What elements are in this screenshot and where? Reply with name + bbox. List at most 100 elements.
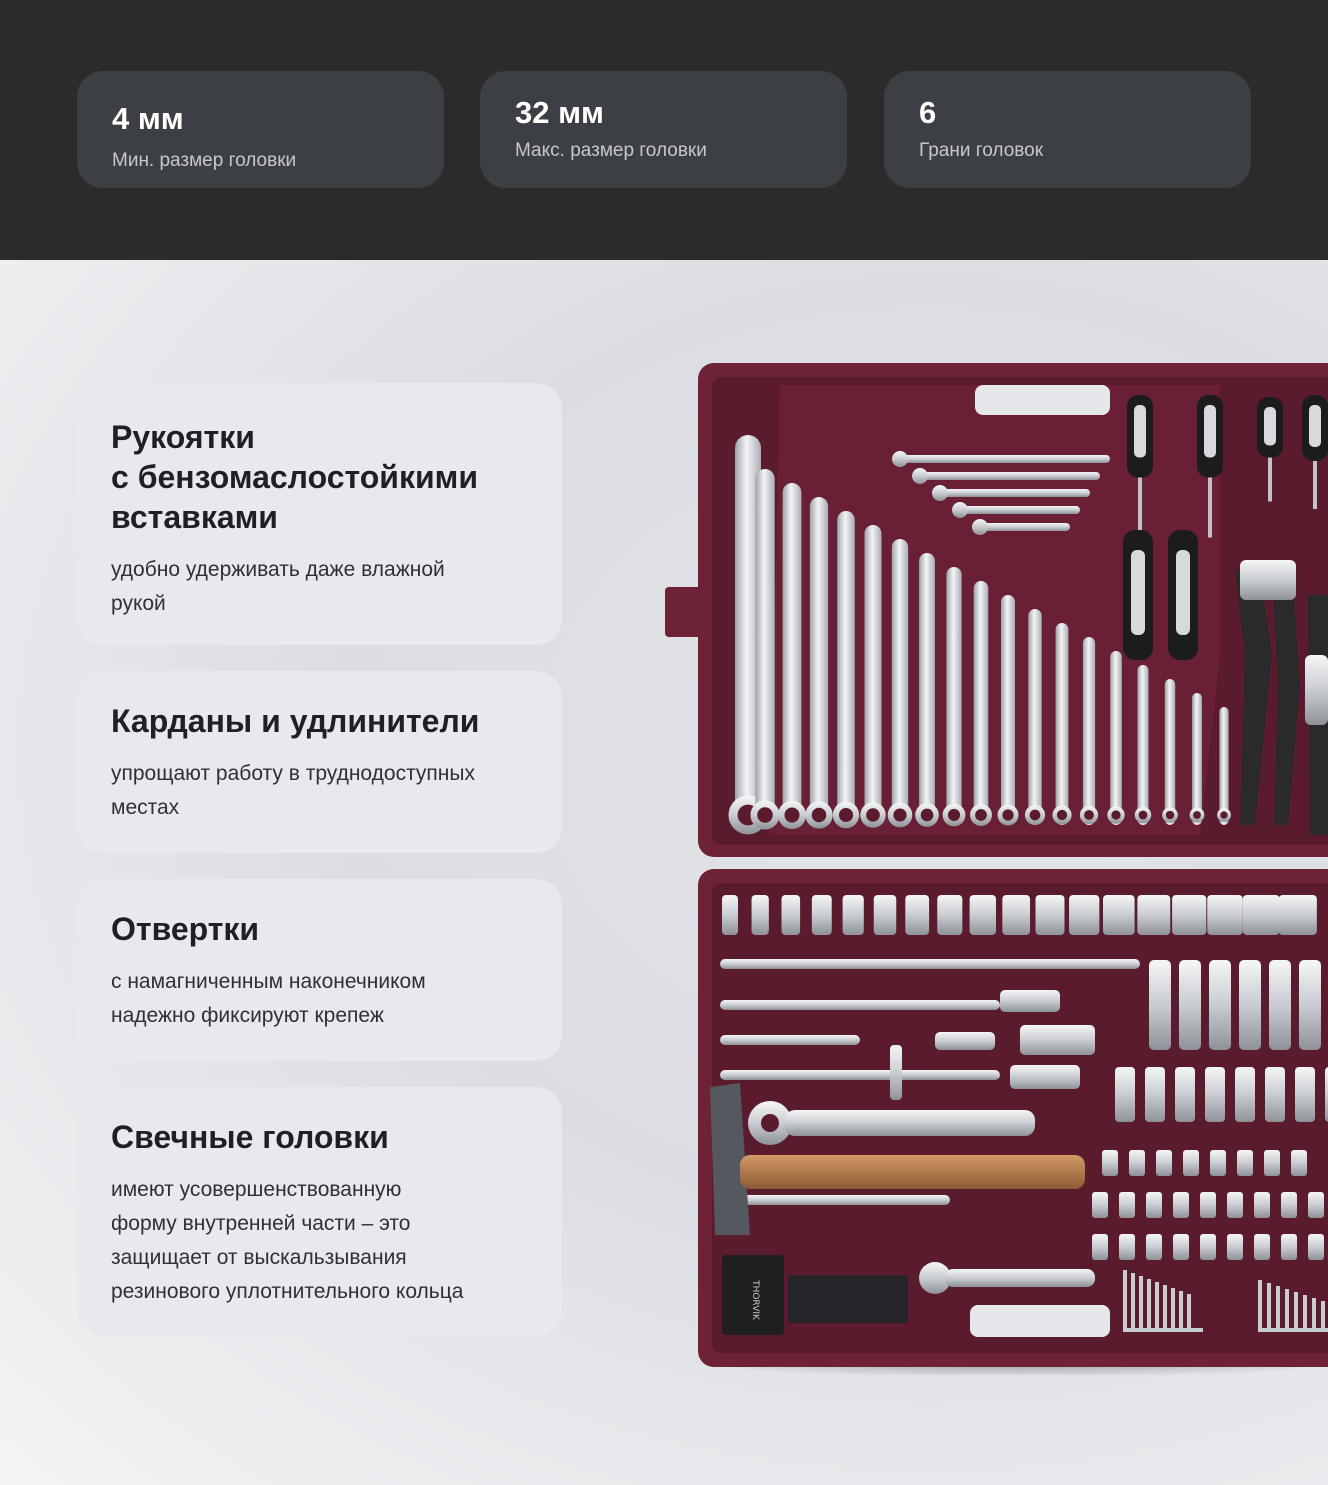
socket — [842, 895, 864, 935]
wrench — [1192, 693, 1202, 825]
pliers — [1235, 560, 1328, 835]
deep-socket — [1299, 960, 1321, 1050]
screwdriver-grip — [1134, 405, 1146, 458]
wrench — [1001, 595, 1015, 825]
wrench-ring-hole — [1111, 810, 1121, 820]
stat-card-socket-faces: 6 Грани головок — [884, 71, 1251, 188]
feature-description: с намагниченным наконечником надежно фик… — [111, 970, 426, 1027]
mid-socket — [1175, 1067, 1195, 1122]
wrench — [891, 539, 909, 825]
screwdriver-grip — [1309, 405, 1321, 447]
bit-socket — [1254, 1234, 1270, 1260]
extension-bar — [720, 1195, 950, 1205]
wrench — [864, 525, 882, 825]
wrench — [1137, 665, 1149, 825]
bit-socket — [1173, 1192, 1189, 1218]
case-label-plate — [975, 385, 1110, 415]
deep-socket — [1149, 960, 1171, 1050]
feature-card-cardans: Карданы и удлинители упрощают работу в т… — [77, 671, 562, 853]
wrench-ring-hole — [811, 807, 827, 823]
adapter — [935, 1032, 995, 1050]
extension-bar — [720, 1035, 860, 1045]
bit-socket — [1281, 1192, 1297, 1218]
screwdriver-shaft — [1208, 477, 1212, 538]
wrench-ring-hole — [893, 808, 907, 822]
feature-card-handles: Рукоятки с бензомаслостойкими вставками … — [77, 383, 562, 645]
stubby-wrench-end — [912, 468, 928, 484]
wrench — [809, 497, 829, 825]
bit-socket — [1237, 1150, 1253, 1176]
wrench-ring-hole — [947, 808, 961, 822]
socket — [937, 895, 963, 935]
bit-socket — [1308, 1192, 1324, 1218]
stubby-wrench — [900, 455, 1110, 463]
screwdriver-grip — [1176, 550, 1190, 635]
wrench — [919, 553, 935, 825]
features-section: Рукоятки с бензомаслостойкими вставками … — [0, 260, 1328, 1485]
feature-title: Отвертки — [111, 911, 260, 947]
deep-socket — [1209, 960, 1231, 1050]
stat-label: Макс. размер головки — [515, 140, 707, 161]
wrench — [782, 483, 802, 825]
socket — [1002, 895, 1031, 935]
bit-socket — [1092, 1234, 1108, 1260]
stubby-wrench-end — [952, 502, 968, 518]
extension-bar — [720, 1070, 1000, 1080]
bit-socket — [1183, 1150, 1199, 1176]
screwdriver-grip — [1131, 550, 1145, 635]
feature-title: Рукоятки с бензомаслостойкими вставками — [111, 419, 478, 535]
wrench-ring-hole — [1138, 810, 1148, 820]
mid-socket — [1205, 1067, 1225, 1122]
socket — [1137, 895, 1171, 935]
feature-title: Карданы и удлинители — [111, 703, 480, 739]
stubby-wrench — [920, 472, 1100, 480]
wrench — [973, 581, 989, 825]
case-base-label — [970, 1305, 1110, 1337]
feature-card-spark-sockets: Свечные головки имеют усовершенствованну… — [77, 1087, 562, 1337]
adapter — [1000, 990, 1060, 1012]
bit-socket — [1156, 1150, 1172, 1176]
stat-label: Мин. размер головки — [112, 150, 297, 171]
socket — [722, 895, 738, 935]
bit-socket — [1200, 1192, 1216, 1218]
feature-description: упрощают работу в труднодоступных местах — [111, 762, 475, 819]
bit-socket — [1092, 1192, 1108, 1218]
wrench — [1110, 651, 1122, 825]
wrench-ring-hole — [1220, 811, 1228, 819]
bit-socket — [1264, 1150, 1280, 1176]
bit-socket — [1119, 1192, 1135, 1218]
socket — [811, 895, 832, 935]
bit-socket — [1210, 1150, 1226, 1176]
socket — [1103, 895, 1135, 935]
stat-label: Грани головок — [919, 140, 1044, 161]
bit-socket — [1102, 1150, 1118, 1176]
wrench-ring-hole — [1002, 809, 1014, 821]
bit-socket — [1227, 1192, 1243, 1218]
bit-socket — [1281, 1234, 1297, 1260]
feature-title: Свечные головки — [111, 1119, 389, 1155]
wrench — [837, 511, 855, 825]
bit-socket — [1200, 1234, 1216, 1260]
socket — [969, 895, 996, 935]
screwdriver-grip — [1204, 405, 1216, 458]
bit-socket — [1291, 1150, 1307, 1176]
socket — [1172, 895, 1207, 935]
mid-socket — [1235, 1067, 1255, 1122]
tool-case-illustration: THORVIK — [665, 363, 1328, 1378]
stat-value: 4 мм — [112, 101, 184, 136]
stat-value: 32 мм — [515, 95, 604, 130]
stubby-wrench-end — [932, 485, 948, 501]
tool-case-image: THORVIK — [660, 355, 1328, 1378]
extension-bar — [720, 959, 1140, 969]
wrench-ring-hole — [838, 807, 854, 823]
mid-socket — [1265, 1067, 1285, 1122]
wrench-ring-hole — [1084, 810, 1094, 820]
screwdriver-shaft — [1313, 461, 1317, 509]
socket — [905, 895, 930, 935]
bit-socket — [1146, 1192, 1162, 1218]
socket — [1242, 895, 1280, 935]
t-handle — [890, 1045, 902, 1100]
wrench — [755, 469, 775, 825]
mid-socket — [1145, 1067, 1165, 1122]
extension-bar — [720, 1000, 1000, 1010]
